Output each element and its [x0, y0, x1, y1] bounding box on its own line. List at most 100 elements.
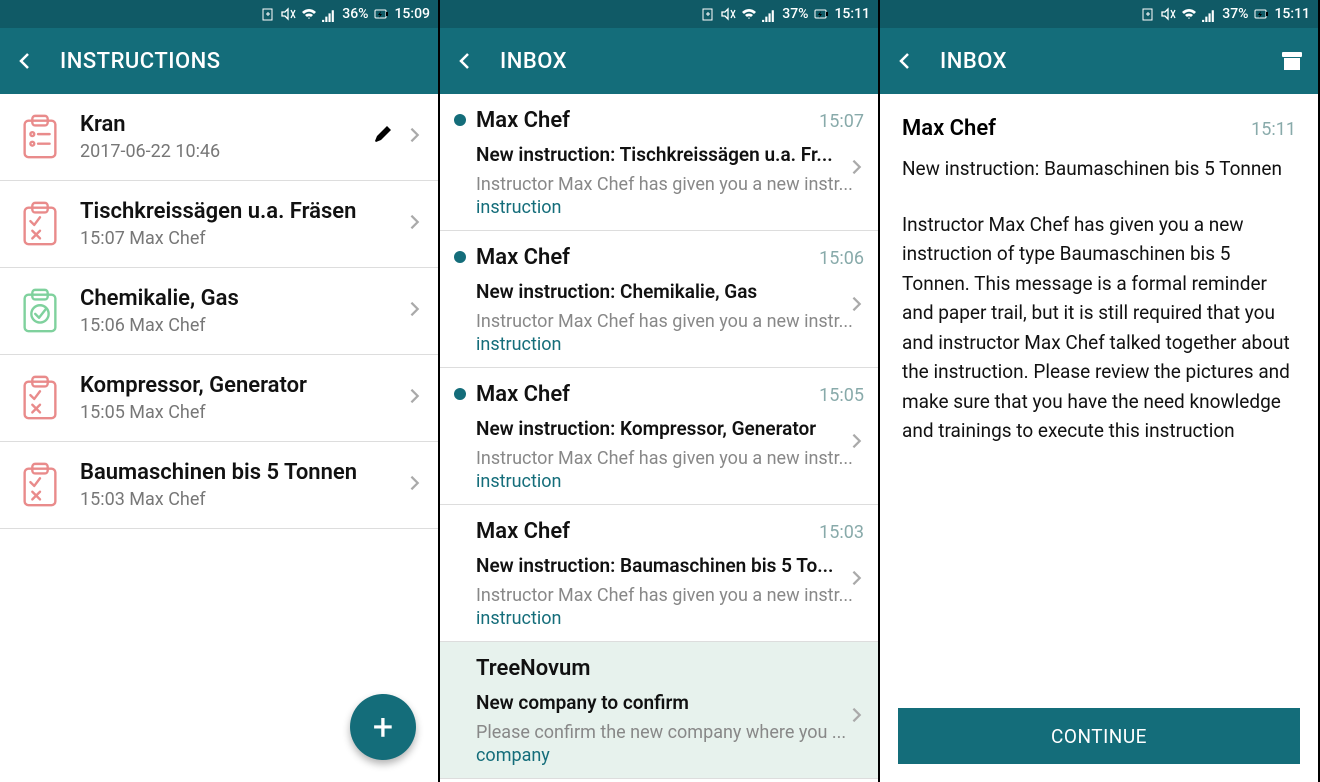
battery-charging-icon — [374, 7, 388, 21]
back-button[interactable] — [454, 50, 476, 72]
status-icons — [261, 7, 336, 22]
instruction-row[interactable]: Chemikalie, Gas 15:06 Max Chef — [0, 268, 438, 355]
back-button[interactable] — [14, 50, 36, 72]
inbox-preview: Instructor Max Chef has given you a new … — [476, 448, 864, 469]
instruction-row[interactable]: Kompressor, Generator 15:05 Max Chef — [0, 355, 438, 442]
instruction-title: Kompressor, Generator — [80, 373, 388, 398]
status-bar: 37% 15:11 — [880, 0, 1318, 28]
archive-button[interactable] — [1280, 49, 1304, 73]
mute-icon — [1161, 7, 1176, 22]
instruction-title: Chemikalie, Gas — [80, 286, 388, 311]
chevron-right-icon — [406, 126, 424, 148]
inbox-link[interactable]: instruction — [476, 608, 864, 629]
status-time: 15:09 — [394, 6, 430, 22]
clipboard-check-x-icon — [18, 200, 62, 248]
inbox-row[interactable]: Max Chef 15:07 New instruction: Tischkre… — [440, 94, 878, 231]
status-time: 15:11 — [1274, 6, 1310, 22]
detail-body: Instructor Max Chef has given you a new … — [902, 210, 1296, 446]
chevron-right-icon — [848, 569, 866, 591]
chevron-left-icon — [454, 50, 476, 72]
inbox-time: 15:07 — [819, 111, 864, 132]
instruction-subtitle: 15:03 Max Chef — [80, 489, 388, 510]
status-icons — [1141, 7, 1216, 22]
inbox-row[interactable]: Max Chef 15:06 New instruction: Chemikal… — [440, 231, 878, 368]
chevron-left-icon — [894, 50, 916, 72]
chevron-right-icon — [848, 158, 866, 180]
inbox-preview: Instructor Max Chef has given you a new … — [476, 311, 864, 332]
instructions-list: Kran 2017-06-22 10:46 Tischkreissägen u.… — [0, 94, 438, 782]
chevron-right-icon — [848, 706, 866, 728]
battery-percent: 37% — [1222, 6, 1248, 22]
wifi-icon — [741, 7, 756, 22]
battery-plus-icon — [701, 7, 716, 22]
status-bar: 37% 15:11 — [440, 0, 878, 28]
app-bar: INBOX — [440, 28, 878, 94]
instruction-title: Tischkreissägen u.a. Fräsen — [80, 199, 388, 224]
instruction-row[interactable]: Kran 2017-06-22 10:46 — [0, 94, 438, 181]
continue-label: CONTINUE — [1051, 725, 1147, 748]
unread-dot-icon — [454, 251, 466, 263]
inbox-subject: New company to confirm — [476, 691, 864, 714]
chevron-right-icon — [406, 300, 424, 322]
detail-time: 15:11 — [1251, 119, 1296, 140]
plus-icon: + — [373, 706, 393, 748]
battery-percent: 36% — [342, 6, 368, 22]
back-button[interactable] — [894, 50, 916, 72]
detail-sender: Max Chef — [902, 116, 1251, 141]
battery-percent: 37% — [782, 6, 808, 22]
battery-charging-icon — [1254, 7, 1268, 21]
inbox-link[interactable]: instruction — [476, 334, 864, 355]
clipboard-ok-icon — [18, 287, 62, 335]
signal-icon — [321, 7, 336, 22]
inbox-preview: Instructor Max Chef has given you a new … — [476, 585, 864, 606]
continue-button[interactable]: CONTINUE — [898, 708, 1300, 764]
inbox-row[interactable]: TreeNovum New company to confirm Please … — [440, 642, 878, 779]
instruction-subtitle: 15:05 Max Chef — [80, 402, 388, 423]
signal-icon — [761, 7, 776, 22]
inbox-link[interactable]: instruction — [476, 197, 864, 218]
clipboard-list-icon — [18, 113, 62, 161]
clipboard-check-x-icon — [18, 374, 62, 422]
page-title: INBOX — [500, 49, 567, 74]
mute-icon — [721, 7, 736, 22]
inbox-list: Max Chef 15:07 New instruction: Tischkre… — [440, 94, 878, 782]
chevron-right-icon — [848, 295, 866, 317]
chevron-right-icon — [406, 474, 424, 496]
chevron-left-icon — [14, 50, 36, 72]
chevron-right-icon — [848, 432, 866, 454]
page-title: INSTRUCTIONS — [60, 49, 221, 74]
wifi-icon — [1181, 7, 1196, 22]
inbox-preview: Please confirm the new company where you… — [476, 722, 864, 743]
mute-icon — [281, 7, 296, 22]
status-time: 15:11 — [834, 6, 870, 22]
app-bar: INBOX — [880, 28, 1318, 94]
battery-plus-icon — [1141, 7, 1156, 22]
add-instruction-fab[interactable]: + — [350, 694, 416, 760]
page-title: INBOX — [940, 49, 1007, 74]
wifi-icon — [301, 7, 316, 22]
instruction-subtitle: 15:06 Max Chef — [80, 315, 388, 336]
clipboard-check-x-icon — [18, 461, 62, 509]
inbox-link[interactable]: company — [476, 745, 864, 766]
inbox-sender: Max Chef — [476, 108, 819, 133]
status-icons — [701, 7, 776, 22]
detail-subject: New instruction: Baumaschinen bis 5 Tonn… — [902, 157, 1296, 180]
inbox-row[interactable]: Max Chef 15:05 New instruction: Kompress… — [440, 368, 878, 505]
edit-button[interactable] — [372, 124, 394, 150]
chevron-right-icon — [406, 387, 424, 409]
inbox-sender: Max Chef — [476, 519, 819, 544]
instruction-row[interactable]: Baumaschinen bis 5 Tonnen 15:03 Max Chef — [0, 442, 438, 529]
chevron-right-icon — [406, 213, 424, 235]
pencil-icon — [372, 124, 394, 146]
inbox-link[interactable]: instruction — [476, 471, 864, 492]
inbox-sender: TreeNovum — [476, 656, 864, 681]
inbox-subject: New instruction: Baumaschinen bis 5 To..… — [476, 554, 864, 577]
inbox-time: 15:05 — [819, 385, 864, 406]
instruction-title: Kran — [80, 112, 354, 137]
screen-inbox-detail: 37% 15:11 INBOX Max Chef 15:11 New instr… — [880, 0, 1320, 782]
inbox-sender: Max Chef — [476, 382, 819, 407]
inbox-row[interactable]: Max Chef 15:03 New instruction: Baumasch… — [440, 505, 878, 642]
inbox-subject: New instruction: Kompressor, Generator — [476, 417, 864, 440]
instruction-row[interactable]: Tischkreissägen u.a. Fräsen 15:07 Max Ch… — [0, 181, 438, 268]
screen-inbox-list: 37% 15:11 INBOX Max Chef 15:07 New instr… — [440, 0, 880, 782]
